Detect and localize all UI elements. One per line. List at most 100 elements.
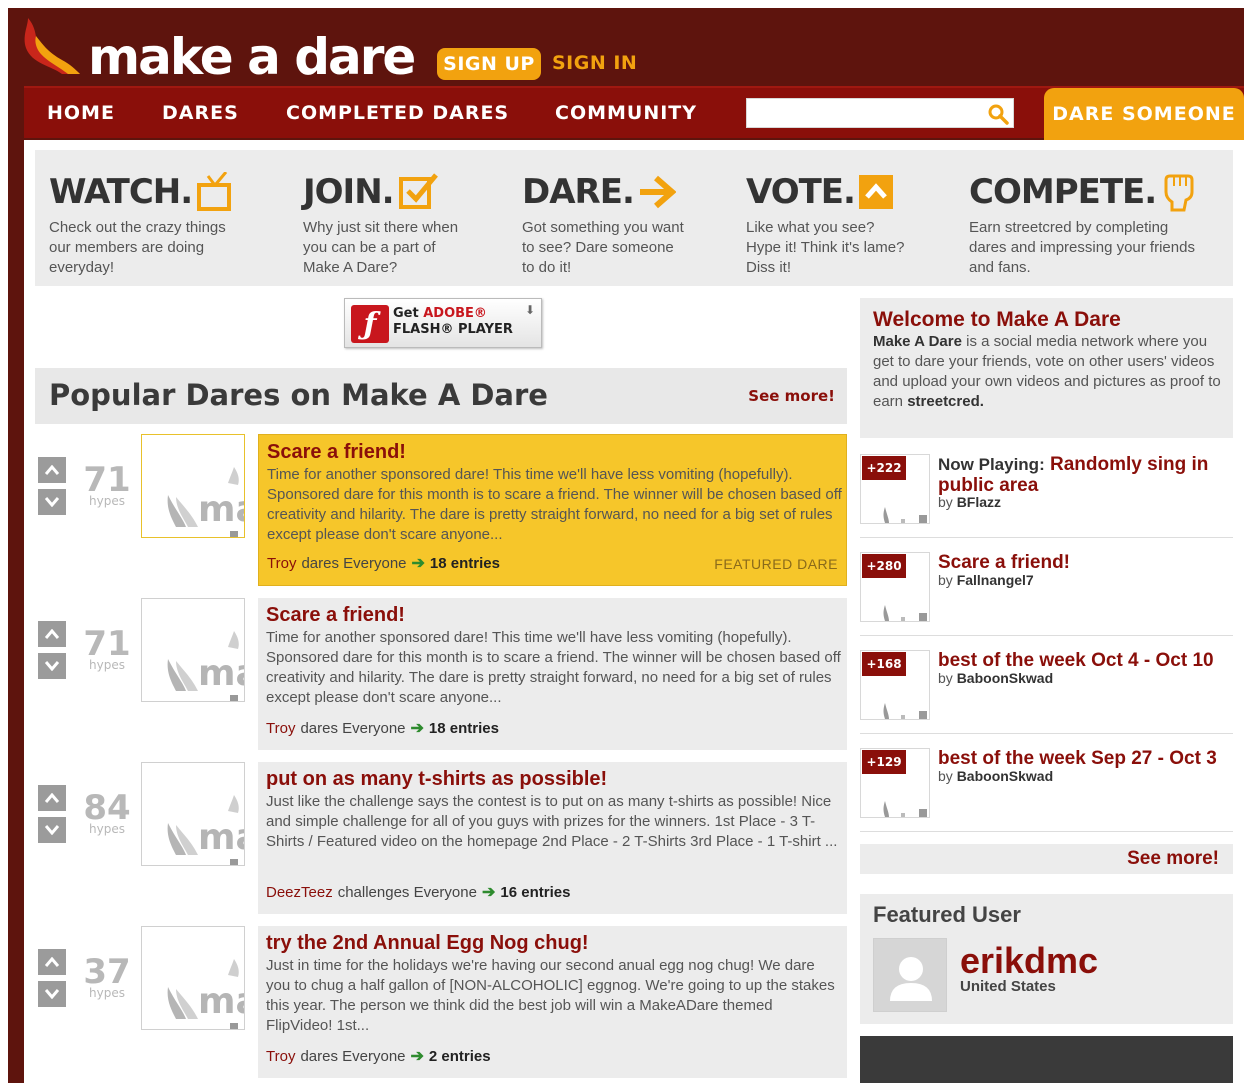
welcome-brand: Make A Dare (873, 333, 962, 350)
dare-thumbnail[interactable]: ma (141, 598, 245, 702)
chevron-up-icon (45, 465, 59, 475)
feature-desc-line: Like what you see? (746, 219, 875, 236)
nav-home[interactable]: HOME (47, 102, 115, 124)
hype-up-button[interactable] (38, 621, 66, 647)
dare-title[interactable]: try the 2nd Annual Egg Nog chug! (266, 932, 589, 955)
welcome-box: Welcome to Make A Dare Make A Dare is a … (860, 298, 1233, 438)
dare-entries-link[interactable]: 16 entries (500, 884, 570, 901)
feature-desc-line: our members are doing (49, 239, 205, 256)
flash-adobe: ADOBE® (423, 306, 487, 321)
avatar[interactable] (873, 938, 947, 1012)
author-link[interactable]: BaboonSkwad (957, 670, 1053, 686)
feature-title: WATCH. (49, 172, 193, 212)
hype-up-button[interactable] (38, 457, 66, 483)
dare-title[interactable]: put on as many t-shirts as possible! (266, 768, 607, 791)
vote-up-icon (858, 175, 893, 209)
dare-user-link[interactable]: Troy (266, 720, 295, 737)
dare-thumbnail[interactable]: ma (141, 434, 245, 538)
diss-down-button[interactable] (38, 653, 66, 679)
dare-title[interactable]: Scare a friend! (267, 441, 406, 464)
author-link[interactable]: Fallnangel7 (957, 572, 1034, 588)
fist-icon (1164, 174, 1194, 212)
feature-compete[interactable]: COMPETE. Earn streetcred by completing d… (969, 172, 1196, 278)
feature-desc-line: you can be a part of (303, 239, 436, 256)
dare-thumbnail[interactable]: ma (141, 762, 245, 866)
by-label: by (938, 768, 953, 784)
feature-dare[interactable]: DARE. Got something you want to see? Dar… (522, 172, 684, 278)
see-more-link[interactable]: See more! (748, 387, 835, 405)
now-playing-title[interactable]: best of the week Oct 4 - Oct 10 (938, 650, 1233, 671)
feature-desc-line: and fans. (969, 259, 1031, 276)
feature-watch[interactable]: WATCH. Check out the crazy things our me… (49, 172, 232, 278)
chevron-up-icon (45, 629, 59, 639)
placeholder-logo-icon: ma (167, 959, 245, 1029)
hypes-label: hypes (89, 494, 125, 508)
now-playing-title[interactable]: Scare a friend! (938, 552, 1233, 573)
dare-user-link[interactable]: Troy (267, 555, 296, 572)
dare-thumbnail[interactable]: ma (141, 926, 245, 1030)
dare-entries-link[interactable]: 18 entries (429, 720, 499, 737)
diss-down-button[interactable] (38, 981, 66, 1007)
see-more-link[interactable]: See more! (1127, 848, 1219, 870)
nav-completed-dares[interactable]: COMPLETED DARES (286, 102, 509, 124)
now-playing-title[interactable]: best of the week Sep 27 - Oct 3 (938, 748, 1233, 769)
checkbox-icon (398, 173, 438, 209)
now-playing-title[interactable]: Now Playing: Randomly sing in public are… (938, 454, 1233, 496)
diss-down-button[interactable] (38, 489, 66, 515)
dare-card: try the 2nd Annual Egg Nog chug! Just in … (258, 926, 847, 1078)
download-arrow-icon: ⬇ (524, 303, 535, 317)
by-label: by (938, 670, 953, 686)
nav-community[interactable]: COMMUNITY (555, 102, 697, 124)
flash-logo-icon: ƒ (351, 305, 389, 343)
feature-title: JOIN. (303, 172, 395, 212)
featured-user-box: Featured User erikdmc United States (860, 894, 1233, 1024)
nav-dares[interactable]: DARES (162, 102, 239, 124)
svg-text:ma: ma (198, 981, 245, 1022)
dare-user-link[interactable]: Troy (266, 1048, 295, 1065)
get-flash-player-badge[interactable]: ƒ Get ADOBE® FLASH® PLAYER ⬇ (344, 298, 542, 348)
dare-verb: dares Everyone (300, 1047, 406, 1065)
placeholder-logo-icon: ma (167, 631, 244, 701)
video-author: by BaboonSkwad (938, 768, 1053, 784)
dare-title[interactable]: Scare a friend! (266, 604, 405, 627)
dare-someone-button[interactable]: DARE SOMEONE (1044, 88, 1244, 140)
hypes-label: hypes (89, 986, 125, 1000)
video-title[interactable]: best of the week Sep 27 - Oct 3 (938, 748, 1217, 769)
video-author: by BaboonSkwad (938, 670, 1053, 686)
signup-button[interactable]: SIGN UP (437, 48, 541, 80)
dare-meta: DeezTeez challenges Everyone ➔ 16 entries (266, 882, 570, 902)
hype-up-button[interactable] (38, 949, 66, 975)
video-title[interactable]: best of the week Oct 4 - Oct 10 (938, 650, 1214, 671)
diss-down-button[interactable] (38, 817, 66, 843)
search-input[interactable] (746, 98, 1014, 128)
welcome-streetcred: streetcred. (907, 393, 984, 410)
main-nav: HOME DARES COMPLETED DARES COMMUNITY DAR… (24, 86, 1244, 140)
now-playing-item[interactable]: +129 best of the week Sep 27 - Oct 3 by Ba… (860, 744, 1233, 832)
feature-vote[interactable]: VOTE. Like what you see? Hype it! Think … (746, 172, 904, 278)
featured-user-name[interactable]: erikdmc (960, 940, 1098, 982)
signin-link[interactable]: SIGN IN (552, 52, 637, 74)
tv-icon (197, 172, 232, 211)
chevron-up-icon (45, 957, 59, 967)
chevron-down-icon (45, 497, 59, 507)
now-playing-item[interactable]: +222 Now Playing: Randomly sing in public… (860, 450, 1233, 538)
now-playing-item[interactable]: +168 best of the week Oct 4 - Oct 10 by Ba… (860, 646, 1233, 734)
flame-logo-icon (24, 18, 80, 74)
dare-entries-link[interactable]: 2 entries (429, 1048, 491, 1065)
feature-desc-line: to see? Dare someone (522, 239, 674, 256)
dare-verb: dares Everyone (301, 554, 407, 572)
author-link[interactable]: BaboonSkwad (957, 768, 1053, 784)
flash-line1: Get ADOBE® (393, 306, 487, 321)
search-icon[interactable] (987, 103, 1009, 125)
dare-entries-link[interactable]: 18 entries (430, 555, 500, 572)
hype-up-button[interactable] (38, 785, 66, 811)
hype-badge: +280 (862, 554, 906, 578)
dare-user-link[interactable]: DeezTeez (266, 884, 333, 901)
now-playing-item[interactable]: +280 Scare a friend! by Fallnangel7 (860, 548, 1233, 636)
feature-desc-line: Got something you want (522, 219, 684, 236)
feature-title: COMPETE. (969, 172, 1157, 212)
video-title[interactable]: Scare a friend! (938, 552, 1070, 573)
feature-join[interactable]: JOIN. Why just sit there when you can be… (303, 172, 458, 278)
chevron-up-icon (45, 793, 59, 803)
author-link[interactable]: BFlazz (957, 494, 1001, 510)
